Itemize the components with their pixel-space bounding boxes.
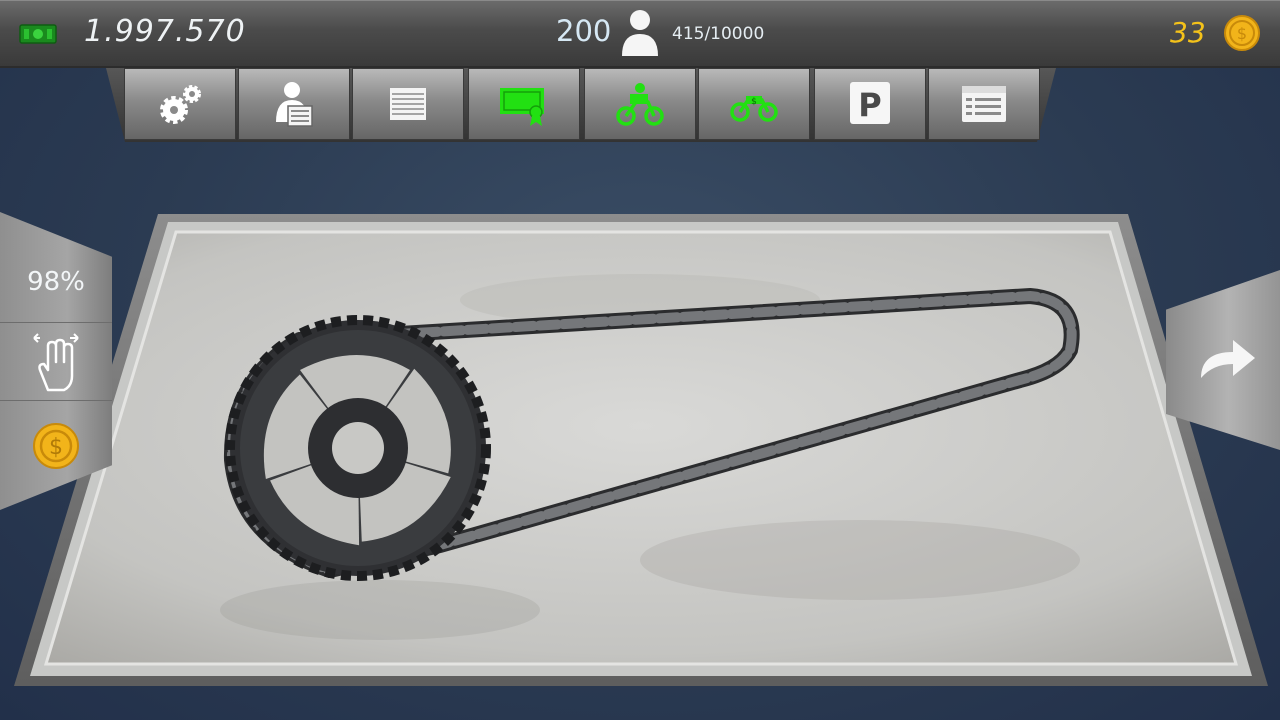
menu-list-button[interactable] (928, 68, 1040, 140)
parking-icon: P (850, 82, 890, 124)
pan-button[interactable] (0, 322, 112, 400)
svg-text:P: P (858, 86, 881, 124)
zoom-level: 98% (27, 267, 85, 297)
browser-list-icon (962, 86, 1006, 122)
certificate-icon (500, 88, 544, 126)
top-bar: 1.997.570 200 415/10000 33 $ (0, 0, 1280, 68)
bike-sale-icon: $ (730, 96, 778, 122)
settings-button[interactable] (124, 68, 236, 140)
certificate-button[interactable] (468, 68, 580, 140)
zoom-indicator[interactable]: 98% (0, 242, 112, 322)
gold-balance: 33 (1170, 16, 1206, 49)
shopkeeper-icon (276, 82, 313, 127)
hand-pan-icon (33, 332, 79, 391)
money-balance: 1.997.570 (84, 14, 246, 49)
sprocket[interactable] (225, 315, 491, 581)
garage-button[interactable] (352, 68, 464, 140)
delivery-bike-button[interactable] (584, 68, 696, 140)
garage-door-icon (390, 88, 426, 120)
shop-button[interactable] (238, 68, 350, 140)
svg-text:$: $ (751, 97, 757, 107)
gold-coin-icon[interactable]: $ (1224, 15, 1260, 51)
gears-icon (160, 85, 201, 124)
person-icon (622, 10, 658, 56)
left-control-panel: 98% $ (0, 212, 112, 510)
gold-coin-icon: $ (33, 422, 79, 469)
buy-bike-button[interactable]: $ (698, 68, 810, 140)
cash-icon (19, 24, 57, 44)
delivery-bike-icon (616, 83, 664, 126)
svg-text:$: $ (1237, 24, 1247, 43)
xp-progress: 415/10000 (672, 24, 765, 44)
workers-count: 200 (556, 14, 612, 48)
parking-button[interactable]: P (814, 68, 926, 140)
redo-arrow-icon (1201, 340, 1255, 378)
svg-text:$: $ (49, 435, 63, 460)
